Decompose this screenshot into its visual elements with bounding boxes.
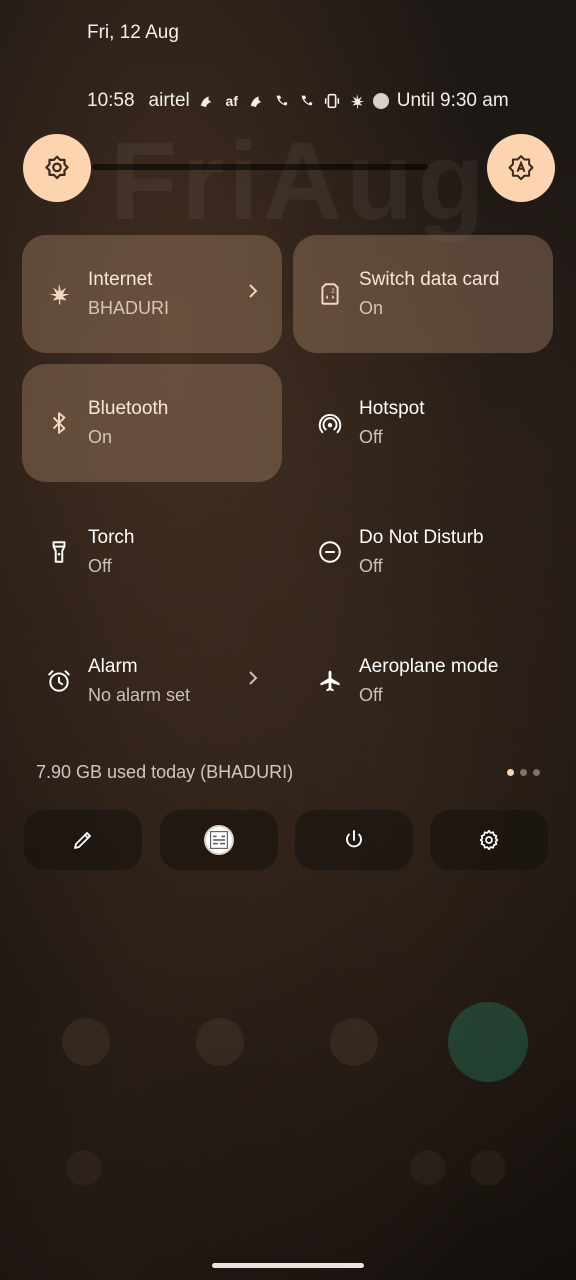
alarm-until-label: Until 9:30 am bbox=[396, 90, 509, 111]
tile-title: Switch data card bbox=[359, 269, 500, 290]
blurred-lens-icon bbox=[470, 1150, 506, 1186]
tile-alarm[interactable]: Alarm No alarm set bbox=[22, 622, 282, 740]
hotspot-icon bbox=[315, 408, 345, 438]
tile-title: Bluetooth bbox=[88, 398, 169, 419]
wallpaper-blurred-search-bar bbox=[0, 1150, 576, 1200]
data-usage-label[interactable]: 7.90 GB used today (BHADURI) bbox=[36, 762, 293, 783]
tile-subtitle: Off bbox=[359, 427, 383, 447]
tile-switch-data-card[interactable]: 2 Switch data card On bbox=[293, 235, 553, 353]
cannabis-leaf-icon bbox=[348, 92, 366, 110]
blurred-phone-icon bbox=[62, 1018, 110, 1066]
blurred-google-icon bbox=[66, 1150, 102, 1186]
status-time: 10:58 bbox=[87, 90, 135, 111]
wallpaper-blurred-dock bbox=[0, 1002, 576, 1098]
cannabis-leaf-icon bbox=[44, 279, 74, 309]
carrier-name: airtel bbox=[148, 90, 190, 111]
tile-title: Torch bbox=[88, 527, 135, 548]
tile-subtitle: Off bbox=[88, 556, 112, 576]
user-avatar-icon bbox=[204, 825, 234, 855]
alarm-clock-icon bbox=[44, 666, 74, 696]
tile-do-not-disturb[interactable]: Do Not Disturb Off bbox=[293, 493, 553, 611]
chevron-right-icon bbox=[249, 284, 258, 298]
tile-hotspot[interactable]: Hotspot Off bbox=[293, 364, 553, 482]
airplane-icon bbox=[315, 666, 345, 696]
blurred-chrome-icon bbox=[330, 1018, 378, 1066]
status-bar: 10:58 airtel af Until 9:30 am bbox=[87, 88, 547, 114]
svg-text:2: 2 bbox=[331, 288, 335, 295]
tile-aeroplane-mode[interactable]: Aeroplane mode Off bbox=[293, 622, 553, 740]
tile-subtitle: Off bbox=[359, 685, 383, 705]
tile-title: Hotspot bbox=[359, 398, 425, 419]
brightness-button[interactable] bbox=[23, 134, 91, 202]
date-label[interactable]: Fri, 12 Aug bbox=[87, 22, 179, 44]
tile-subtitle: BHADURI bbox=[88, 298, 170, 318]
power-icon bbox=[346, 830, 362, 848]
vibrate-icon bbox=[323, 92, 341, 110]
notification-icon bbox=[198, 92, 216, 110]
missed-call-icon bbox=[298, 92, 316, 110]
brightness-slider[interactable] bbox=[92, 164, 428, 170]
chevron-right-icon bbox=[249, 671, 258, 685]
blurred-messages-icon bbox=[196, 1018, 244, 1066]
notification-icon bbox=[248, 92, 266, 110]
page-indicator bbox=[507, 769, 540, 776]
tile-subtitle: On bbox=[88, 427, 113, 447]
tile-title: Alarm bbox=[88, 656, 138, 677]
power-menu-button[interactable] bbox=[295, 810, 413, 870]
page-dot bbox=[533, 769, 540, 776]
brightness-icon bbox=[45, 155, 69, 180]
page-dot-active bbox=[507, 769, 514, 776]
flashlight-icon bbox=[44, 537, 74, 567]
tile-title: Aeroplane mode bbox=[359, 656, 499, 677]
sim-card-icon: 2 bbox=[315, 279, 345, 309]
user-switch-button[interactable] bbox=[160, 810, 278, 870]
edit-tiles-button[interactable] bbox=[24, 810, 142, 870]
settings-gear-icon bbox=[479, 829, 499, 851]
tile-subtitle: On bbox=[359, 298, 384, 318]
alarm-indicator-icon bbox=[372, 93, 389, 109]
do-not-disturb-icon bbox=[315, 537, 345, 567]
blurred-whatsapp-icon bbox=[448, 1002, 528, 1082]
tile-internet[interactable]: Internet BHADURI bbox=[22, 235, 282, 353]
gesture-navigation-bar[interactable] bbox=[212, 1263, 364, 1268]
wallpaper-blurred-clock: FriAug bbox=[110, 120, 489, 243]
settings-button[interactable] bbox=[430, 810, 548, 870]
edit-pencil-icon bbox=[74, 832, 91, 849]
notification-icon: af bbox=[225, 93, 238, 109]
tile-subtitle: No alarm set bbox=[88, 685, 191, 705]
tile-torch[interactable]: Torch Off bbox=[22, 493, 282, 611]
tile-title: Internet bbox=[88, 269, 153, 290]
auto-brightness-button[interactable] bbox=[487, 134, 555, 202]
blurred-mic-icon bbox=[410, 1150, 446, 1186]
missed-call-icon bbox=[273, 92, 291, 110]
bluetooth-icon bbox=[44, 408, 74, 438]
tile-subtitle: Off bbox=[359, 556, 383, 576]
page-dot bbox=[520, 769, 527, 776]
auto-brightness-icon bbox=[508, 155, 534, 181]
tile-title: Do Not Disturb bbox=[359, 527, 484, 548]
tile-bluetooth[interactable]: Bluetooth On bbox=[22, 364, 282, 482]
